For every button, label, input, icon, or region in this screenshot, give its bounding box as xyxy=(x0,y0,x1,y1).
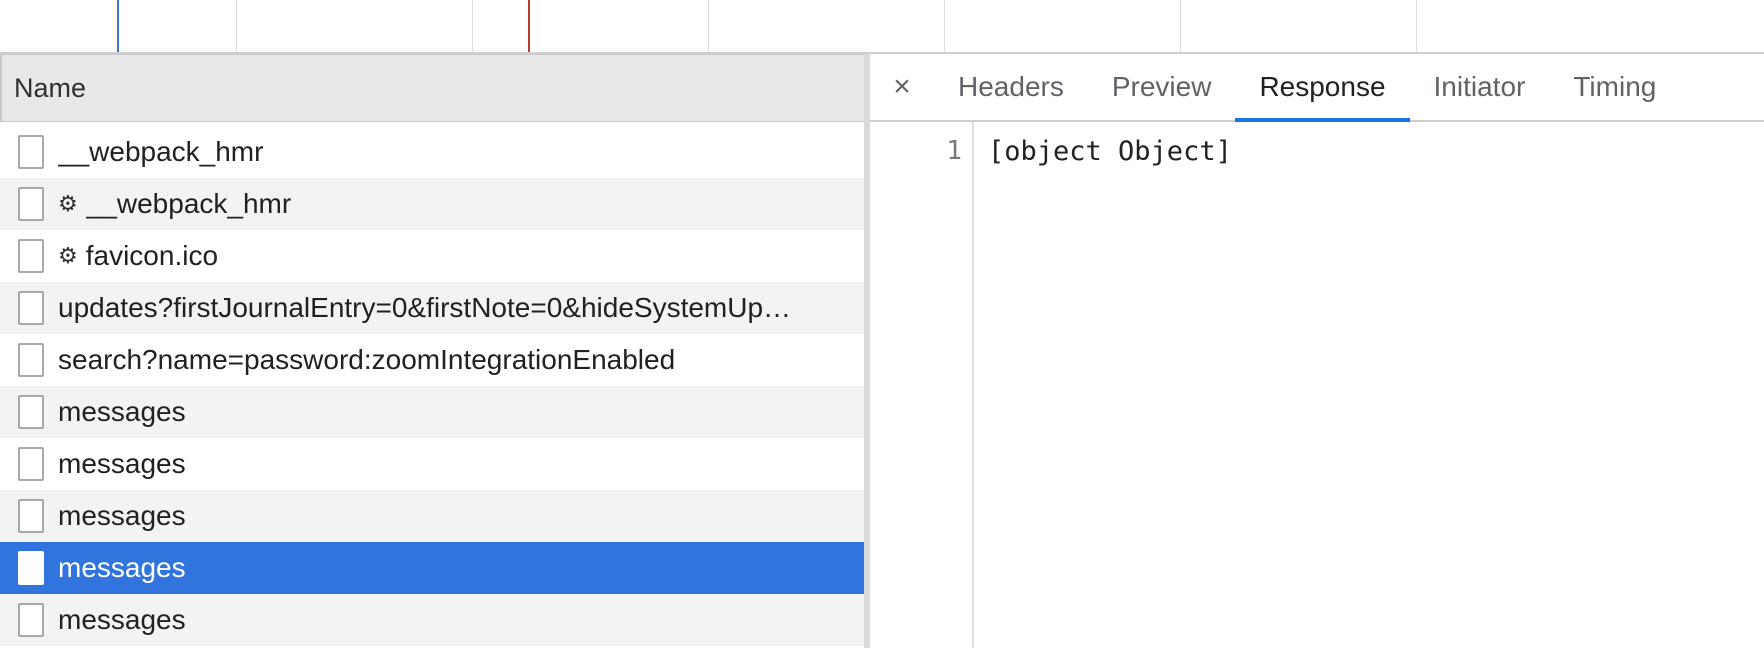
request-name: messages xyxy=(58,604,186,635)
request-name: messages xyxy=(58,448,186,479)
request-name: __webpack_hmr xyxy=(58,136,264,167)
timeline-gridline xyxy=(708,0,709,52)
request-row-checkbox[interactable] xyxy=(18,239,44,273)
request-name: __webpack_hmr xyxy=(85,188,292,219)
request-row[interactable]: search?name=password:zoomIntegrationEnab… xyxy=(0,334,866,386)
dom-content-loaded-marker xyxy=(117,0,119,52)
request-row-checkbox[interactable] xyxy=(18,447,44,481)
gear-icon: ⚙ xyxy=(58,191,78,216)
close-icon[interactable]: × xyxy=(870,54,934,120)
request-row[interactable]: ⚙ __webpack_hmr xyxy=(0,178,866,230)
tab-headers[interactable]: Headers xyxy=(934,54,1088,120)
name-column-header[interactable]: Name xyxy=(0,54,866,122)
line-number: 1 xyxy=(946,136,962,166)
request-row-checkbox[interactable] xyxy=(18,499,44,533)
request-list: __webpack_hmr ⚙ __webpack_hmr ⚙ favicon.ico u… xyxy=(0,122,866,646)
request-name: messages xyxy=(58,396,186,427)
request-list-pane: Name __webpack_hmr ⚙ __webpack_hmr ⚙ favicon… xyxy=(0,54,866,648)
request-name: search?name=password:zoomIntegrationEnab… xyxy=(58,344,676,375)
timeline-gridline xyxy=(944,0,945,52)
details-tabbar: × Headers Preview Response Initiator Timing xyxy=(870,54,1764,122)
tab-preview[interactable]: Preview xyxy=(1088,54,1236,120)
load-event-marker xyxy=(528,0,530,52)
request-row-checkbox[interactable] xyxy=(18,343,44,377)
timeline-gridline xyxy=(236,0,237,52)
request-row-checkbox[interactable] xyxy=(18,291,44,325)
request-name: favicon.ico xyxy=(85,240,219,271)
request-details-pane: × Headers Preview Response Initiator Timing … xyxy=(870,54,1764,648)
tab-initiator[interactable]: Initiator xyxy=(1410,54,1550,120)
response-code-line: [object Object] xyxy=(988,136,1232,167)
name-column-header-label: Name xyxy=(14,72,87,103)
request-row[interactable]: messages xyxy=(0,594,866,646)
request-row-checkbox[interactable] xyxy=(18,395,44,429)
gear-icon: ⚙ xyxy=(58,243,78,268)
request-name: updates?firstJournalEntry=0&firstNote=0&… xyxy=(58,292,792,323)
request-name: messages xyxy=(58,500,186,531)
request-row[interactable]: messages xyxy=(0,438,866,490)
request-row[interactable]: messages xyxy=(0,542,866,594)
network-overview-timeline[interactable] xyxy=(0,0,1764,54)
request-name: messages xyxy=(58,552,186,583)
line-number-gutter: 1 xyxy=(870,122,974,648)
timeline-gridline xyxy=(472,0,473,52)
request-row-checkbox[interactable] xyxy=(18,187,44,221)
tab-response[interactable]: Response xyxy=(1235,54,1410,122)
request-row-checkbox[interactable] xyxy=(18,603,44,637)
request-row[interactable]: ⚙ favicon.ico xyxy=(0,230,866,282)
request-row[interactable]: updates?firstJournalEntry=0&firstNote=0&… xyxy=(0,282,866,334)
close-button-glyph: × xyxy=(893,70,911,103)
request-row[interactable]: messages xyxy=(0,490,866,542)
timeline-gridline xyxy=(1416,0,1417,52)
request-row-checkbox[interactable] xyxy=(18,135,44,169)
request-row-checkbox[interactable] xyxy=(18,551,44,585)
tab-timing[interactable]: Timing xyxy=(1549,54,1680,120)
request-row[interactable]: messages xyxy=(0,386,866,438)
request-row[interactable]: __webpack_hmr xyxy=(0,126,866,178)
timeline-gridline xyxy=(1180,0,1181,52)
response-viewer[interactable]: 1 [object Object] xyxy=(870,122,1764,648)
